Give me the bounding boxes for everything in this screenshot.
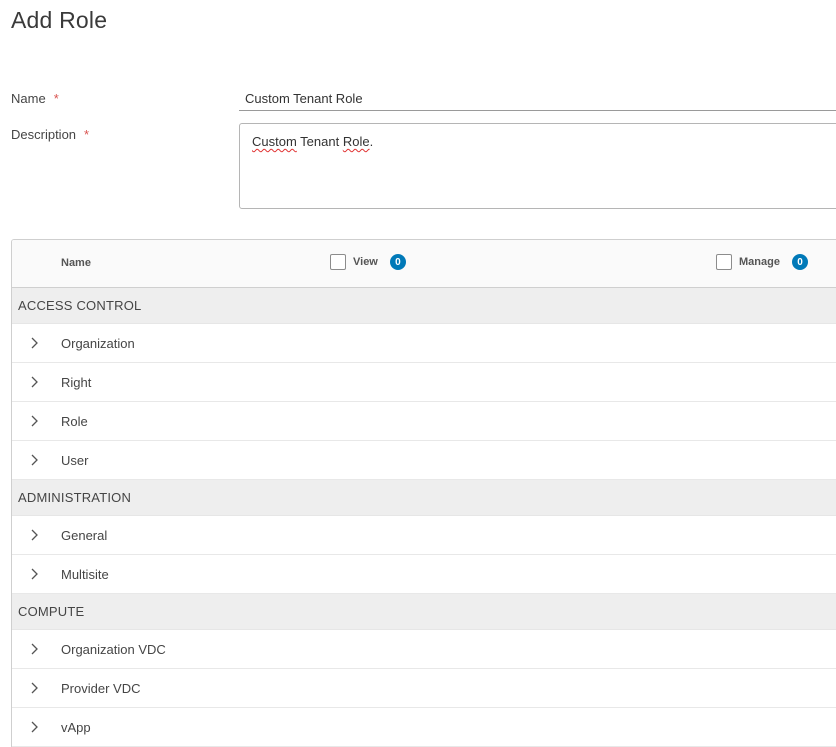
description-label-text: Description — [11, 127, 77, 142]
name-label: Name * — [11, 91, 59, 106]
row-label: Multisite — [61, 566, 109, 582]
row-label: Organization VDC — [61, 641, 166, 657]
chevron-right-icon[interactable] — [26, 680, 42, 696]
chevron-right-icon[interactable] — [26, 374, 42, 390]
row-label: Right — [61, 374, 92, 390]
grid-row-vapp[interactable]: vApp — [12, 708, 836, 747]
group-row-access-control: ACCESS CONTROL — [12, 288, 836, 324]
description-word: Role — [342, 134, 370, 149]
description-label: Description * — [11, 127, 89, 142]
row-label: User — [61, 452, 89, 468]
view-count-badge: 0 — [389, 254, 406, 270]
grid-row-provider-vdc[interactable]: Provider VDC — [12, 669, 836, 708]
chevron-right-icon[interactable] — [26, 566, 42, 582]
chevron-right-icon[interactable] — [26, 719, 42, 735]
name-required-marker: * — [53, 91, 59, 106]
row-label: Role — [61, 413, 88, 429]
grid-row-organization[interactable]: Organization — [12, 324, 836, 363]
column-header-name: Name — [61, 257, 91, 269]
description-word: Tenant — [296, 134, 343, 149]
column-header-manage: Manage 0 — [716, 254, 808, 270]
description-word: Custom — [252, 134, 297, 149]
description-textarea[interactable]: Custom Tenant Role. — [239, 123, 836, 209]
row-label: Organization — [61, 335, 135, 351]
row-label: General — [61, 527, 108, 543]
grid-rows: ACCESS CONTROL Organization Right Role U… — [12, 288, 836, 747]
manage-count-badge: 0 — [791, 254, 808, 270]
manage-all-checkbox[interactable] — [716, 254, 732, 270]
description-required-marker: * — [84, 127, 90, 142]
grid-row-multisite[interactable]: Multisite — [12, 555, 836, 594]
name-label-text: Name — [11, 91, 46, 106]
grid-header: Name View 0 Manage 0 — [12, 240, 836, 288]
row-label: Provider VDC — [61, 680, 141, 696]
grid-row-user[interactable]: User — [12, 441, 836, 480]
grid-row-general[interactable]: General — [12, 516, 836, 555]
view-label: View — [353, 256, 378, 268]
view-all-checkbox[interactable] — [330, 254, 346, 270]
group-row-administration: ADMINISTRATION — [12, 480, 836, 516]
column-header-view: View 0 — [330, 254, 406, 270]
manage-label: Manage — [739, 256, 780, 268]
chevron-right-icon[interactable] — [26, 452, 42, 468]
chevron-right-icon[interactable] — [26, 527, 42, 543]
name-input[interactable] — [239, 86, 836, 111]
chevron-right-icon[interactable] — [26, 413, 42, 429]
grid-row-role[interactable]: Role — [12, 402, 836, 441]
row-label: vApp — [61, 719, 91, 735]
chevron-right-icon[interactable] — [26, 641, 42, 657]
grid-row-right[interactable]: Right — [12, 363, 836, 402]
rights-grid: Name View 0 Manage 0 ACCESS CONTROL Orga… — [11, 239, 836, 747]
page-title: Add Role — [11, 7, 108, 33]
description-word: . — [369, 134, 374, 149]
group-row-compute: COMPUTE — [12, 594, 836, 630]
chevron-right-icon[interactable] — [26, 335, 42, 351]
grid-row-organization-vdc[interactable]: Organization VDC — [12, 630, 836, 669]
